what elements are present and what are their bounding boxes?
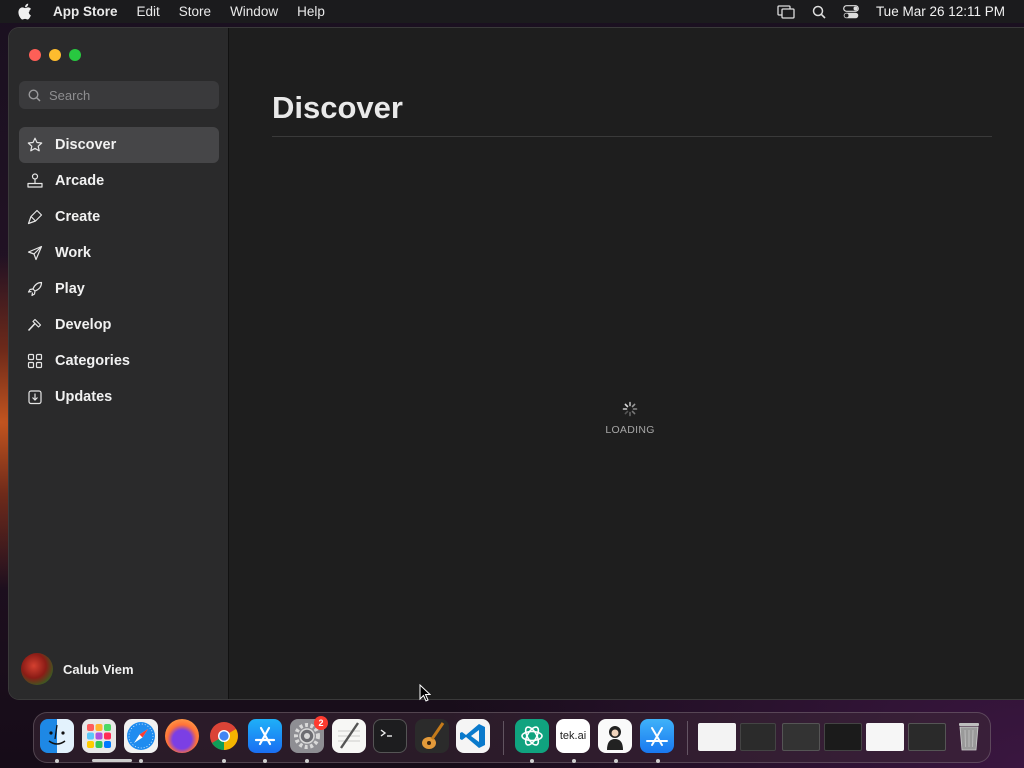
sidebar-item-label: Develop [55,317,112,333]
menu-help[interactable]: Help [297,4,325,19]
running-indicator [139,759,143,763]
account-button[interactable]: Calub Viem [21,653,134,685]
finder-icon[interactable] [40,719,74,753]
sidebar-item-develop[interactable]: Develop [19,307,219,343]
tekai-label: tek.ai [559,730,587,742]
running-indicator [614,759,618,763]
brush-icon [25,207,45,227]
sidebar-item-work[interactable]: Work [19,235,219,271]
sidebar-item-discover[interactable]: Discover [19,127,219,163]
rocket-icon [25,279,45,299]
account-name: Calub Viem [63,661,134,677]
menu-bar: App Store Edit Store Window Help Tue Mar… [0,0,1024,23]
pen-icon[interactable] [332,719,366,753]
menu-window[interactable]: Window [230,4,278,19]
screen-mirroring-icon[interactable] [777,4,795,19]
sidebar-item-categories[interactable]: Categories [19,343,219,379]
sidebar: Discover Arcade Create [9,28,229,699]
desktop: App Store Edit Store Window Help Tue Mar… [0,0,1024,768]
sidebar-item-label: Play [55,281,85,297]
notification-badge: 2 [314,716,328,730]
sidebar-item-label: Updates [55,389,113,405]
loading-label: LOADING [605,424,655,436]
app-store-icon[interactable] [248,719,282,753]
minimized-window-thumbnail[interactable] [866,723,904,751]
running-indicator [305,759,309,763]
trash-icon[interactable] [952,719,986,753]
tekai-icon[interactable]: tek.ai [556,719,590,753]
star-icon [25,135,45,155]
guitar-icon[interactable] [415,719,449,753]
close-window-button[interactable] [29,49,41,61]
avatar [21,653,53,685]
title-divider [272,136,992,137]
launchpad-icon[interactable] [82,719,116,753]
running-indicator [222,759,226,763]
hammer-icon [25,315,45,335]
minimized-window-thumbnail[interactable] [908,723,946,751]
running-indicator [263,759,267,763]
running-indicator [572,759,576,763]
spotlight-search-icon[interactable] [812,5,826,19]
page-title: Discover [272,90,403,125]
sidebar-item-label: Work [55,245,91,261]
dock-separator [503,721,504,755]
terminal-icon[interactable] [373,719,407,753]
menu-edit[interactable]: Edit [137,4,160,19]
xcode-icon[interactable] [640,719,674,753]
running-indicator [530,759,534,763]
grid-icon [25,351,45,371]
running-indicator [55,759,59,763]
loading-spinner-icon [622,401,638,417]
gear-icon[interactable]: 2 [290,716,328,753]
minimized-window-thumbnail[interactable] [740,723,776,751]
sidebar-item-label: Categories [55,353,130,369]
running-indicator [656,759,660,763]
apple-menu-icon[interactable] [17,3,35,21]
minimized-window-thumbnail[interactable] [782,723,820,751]
sidebar-item-label: Create [55,209,101,225]
sidebar-item-label: Arcade [55,173,105,189]
download-icon [25,387,45,407]
search-icon [28,88,41,102]
joystick-icon [25,171,45,191]
menu-store[interactable]: Store [179,4,211,19]
minimized-window-thumbnail[interactable] [698,723,736,751]
sidebar-item-create[interactable]: Create [19,199,219,235]
minimized-window-thumbnail[interactable] [824,723,862,751]
vscode-icon[interactable] [456,719,490,753]
chatgpt-icon[interactable] [515,719,549,753]
sidebar-nav: Discover Arcade Create Work Play Develop… [19,127,219,415]
menu-clock[interactable]: Tue Mar 26 12:11 PM [876,4,1005,19]
main-content: Discover LOADING [230,28,1024,699]
safari-icon[interactable] [124,719,158,753]
app-store-window: Discover Arcade Create [9,28,1024,699]
search-input[interactable] [49,87,199,103]
mouse-cursor-icon [419,683,432,707]
search-field[interactable] [19,81,219,109]
control-center-icon[interactable] [843,4,859,19]
sidebar-item-updates[interactable]: Updates [19,379,219,415]
sidebar-item-play[interactable]: Play [19,271,219,307]
dock: 2 tek.ai [33,712,991,763]
firefox-icon[interactable] [165,719,199,753]
menu-app-name[interactable]: App Store [53,4,118,19]
character-icon[interactable] [598,719,632,753]
paper-plane-icon [25,243,45,263]
zoom-window-button[interactable] [69,49,81,61]
dock-separator [687,721,688,755]
sidebar-item-label: Discover [55,137,117,153]
sidebar-item-arcade[interactable]: Arcade [19,163,219,199]
launchpad-indicator [92,759,132,762]
minimize-window-button[interactable] [49,49,61,61]
chrome-icon[interactable] [207,719,241,753]
